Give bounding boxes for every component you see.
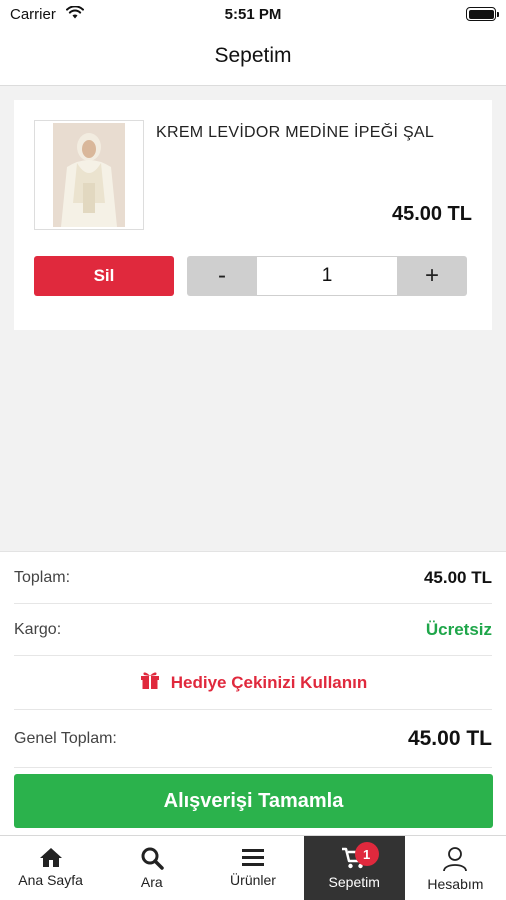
tab-search-label: Ara bbox=[140, 874, 163, 890]
order-summary: Toplam: 45.00 TL Kargo: Ücretsiz Hediye … bbox=[0, 551, 506, 835]
product-name[interactable]: KREM LEVİDOR MEDİNE İPEĞİ ŞAL bbox=[156, 124, 434, 142]
page-title: Sepetim bbox=[214, 44, 292, 67]
tab-home-label: Ana Sayfa bbox=[18, 872, 83, 888]
battery-icon bbox=[466, 7, 499, 21]
grand-total-label: Genel Toplam: bbox=[14, 729, 117, 747]
summary-shipping-row: Kargo: Ücretsiz bbox=[14, 604, 492, 656]
tab-home[interactable]: Ana Sayfa bbox=[0, 836, 101, 900]
gift-icon bbox=[139, 670, 161, 695]
cart-badge: 1 bbox=[354, 842, 379, 866]
increment-button[interactable]: + bbox=[397, 256, 467, 296]
gift-voucher-label: Hediye Çekinizi Kullanın bbox=[170, 672, 368, 692]
tab-search[interactable]: Ara bbox=[101, 836, 202, 900]
tab-products[interactable]: Ürünler bbox=[202, 836, 303, 900]
grand-total-row: Genel Toplam: 45.00 TL bbox=[14, 710, 492, 768]
tab-cart[interactable]: 1 Sepetim bbox=[303, 836, 405, 900]
nav-bar: Sepetim bbox=[0, 30, 506, 86]
user-icon bbox=[442, 846, 468, 872]
delete-button[interactable]: Sil bbox=[34, 256, 174, 296]
tab-bar: Ana Sayfa Ara Ürünler 1 Sepetim Hesabım bbox=[0, 835, 506, 900]
status-bar: Carrier 5:51 PM bbox=[0, 0, 506, 30]
total-value: 45.00 TL bbox=[423, 567, 492, 587]
tab-account[interactable]: Hesabım bbox=[405, 836, 506, 900]
product-image[interactable] bbox=[34, 120, 144, 230]
shipping-label: Kargo: bbox=[14, 620, 62, 638]
product-price: 45.00 TL bbox=[391, 203, 472, 225]
grand-total-value: 45.00 TL bbox=[407, 726, 492, 750]
decrement-button[interactable]: - bbox=[187, 256, 257, 296]
status-time: 5:51 PM bbox=[224, 6, 282, 23]
home-icon bbox=[39, 846, 63, 868]
shipping-value: Ücretsiz bbox=[425, 619, 492, 639]
cart-item-card: KREM LEVİDOR MEDİNE İPEĞİ ŞAL 45.00 TL S… bbox=[14, 100, 492, 330]
tab-cart-label: Sepetim bbox=[328, 874, 380, 890]
gift-voucher-link[interactable]: Hediye Çekinizi Kullanın bbox=[139, 670, 368, 695]
menu-icon bbox=[241, 846, 265, 868]
checkout-button[interactable]: Alışverişi Tamamla bbox=[14, 774, 493, 828]
quantity-value[interactable]: 1 bbox=[257, 257, 397, 295]
tab-account-label: Hesabım bbox=[427, 876, 484, 892]
search-icon bbox=[140, 846, 164, 870]
total-label: Toplam: bbox=[14, 568, 71, 586]
gift-voucher-row: Hediye Çekinizi Kullanın bbox=[14, 656, 492, 710]
summary-total-row: Toplam: 45.00 TL bbox=[14, 552, 492, 604]
quantity-stepper: - 1 + bbox=[187, 256, 467, 296]
tab-products-label: Ürünler bbox=[230, 872, 276, 888]
